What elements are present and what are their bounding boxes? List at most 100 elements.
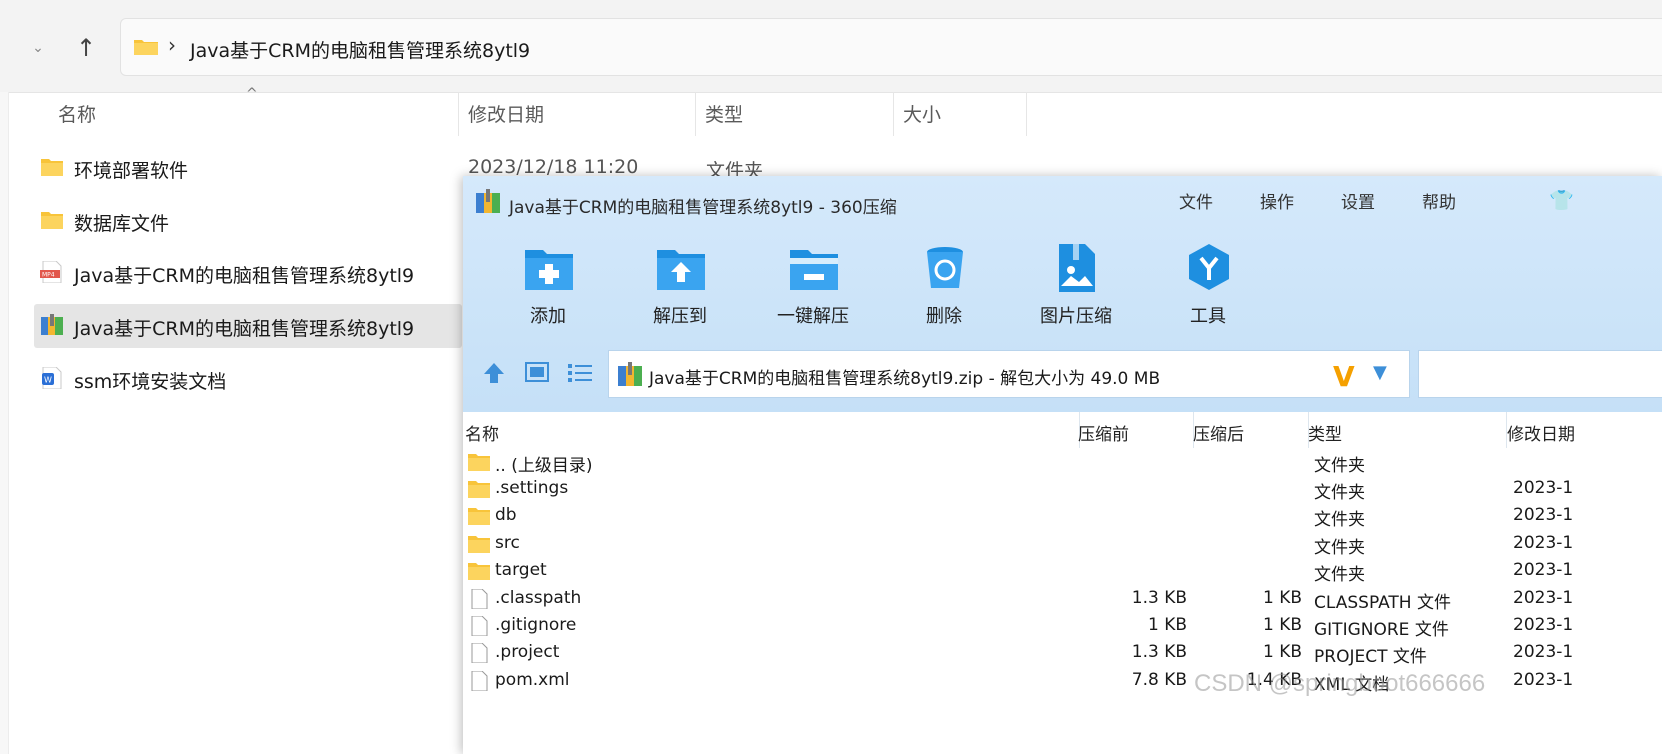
image-compress-icon — [1059, 244, 1095, 292]
entry-type: 文件夹 — [1314, 510, 1365, 530]
tools-hexagon-icon — [1189, 244, 1229, 290]
menu-operation[interactable]: 操作 — [1260, 188, 1294, 213]
file-name: 数据库文件 — [74, 213, 170, 235]
delete-button[interactable]: 删除 — [889, 242, 999, 332]
entry-name: .gitignore — [495, 615, 577, 635]
archive-row[interactable]: src 文件夹 2023-1 — [463, 531, 1662, 558]
menu-settings[interactable]: 设置 — [1341, 188, 1375, 213]
column-header-size[interactable]: 大小 — [903, 100, 941, 127]
file-row[interactable]: 环境部署软件 2023/12/18 11:20 文件夹 — [34, 146, 763, 190]
folder-icon — [468, 481, 490, 498]
tool-label: 解压到 — [653, 306, 707, 327]
column-header-compressed-before[interactable]: 压缩前 — [1078, 420, 1129, 445]
folder-icon — [134, 40, 158, 55]
menu-file[interactable]: 文件 — [1179, 188, 1213, 213]
extract-folder-icon — [657, 250, 705, 290]
extract-to-button[interactable]: 解压到 — [625, 242, 735, 332]
tools-button[interactable]: 工具 — [1153, 242, 1263, 332]
entry-size-before: 1.3 KB — [1131, 588, 1187, 608]
column-header-name[interactable]: 名称 — [465, 420, 499, 445]
zip-archive-icon — [476, 189, 500, 213]
mp4-file-icon: MP4 — [40, 261, 62, 283]
file-name: ssm环境安装文档 — [74, 371, 227, 393]
column-header-type[interactable]: 类型 — [705, 100, 743, 127]
sort-ascending-icon: ^ — [246, 86, 258, 102]
list-view-icon[interactable] — [567, 362, 593, 384]
archive-row[interactable]: .project 1.3 KB 1 KB PROJECT 文件 2023-1 — [463, 640, 1662, 667]
up-arrow-icon[interactable] — [481, 360, 507, 386]
add-folder-icon — [525, 250, 573, 290]
file-row[interactable]: 数据库文件 — [34, 199, 462, 243]
column-divider[interactable] — [695, 92, 696, 136]
file-icon — [471, 589, 488, 609]
add-button[interactable]: 添加 — [493, 242, 603, 332]
svg-text:W: W — [44, 376, 52, 385]
tool-label: 图片压缩 — [1040, 306, 1112, 327]
entry-size-before: 1 KB — [1147, 615, 1187, 635]
dropdown-arrow-icon[interactable]: ▼ — [1373, 362, 1387, 383]
column-header-modified[interactable]: 修改日期 — [1507, 420, 1575, 445]
entry-size-before: 7.8 KB — [1131, 670, 1187, 690]
zip-archive-window: Java基于CRM的电脑租售管理系统8ytl9 - 360压缩 文件 操作 设置… — [463, 176, 1662, 754]
entry-date: 2023-1 — [1513, 588, 1574, 608]
zip-archive-icon — [41, 314, 63, 335]
breadcrumb-current-folder[interactable]: Java基于CRM的电脑租售管理系统8ytl9 — [190, 36, 530, 63]
file-icon — [471, 643, 488, 663]
folder-icon — [468, 454, 490, 471]
archive-row[interactable]: .. (上级目录) 文件夹 — [463, 449, 1662, 476]
tool-label: 一键解压 — [777, 306, 849, 327]
verified-v-icon[interactable]: V — [1333, 360, 1355, 393]
entry-date: 2023-1 — [1513, 642, 1574, 662]
file-name: Java基于CRM的电脑租售管理系统8ytl9 — [74, 265, 415, 287]
archive-row[interactable]: db 文件夹 2023-1 — [463, 503, 1662, 530]
entry-name: .. (上级目录) — [495, 456, 593, 476]
archive-row[interactable]: .gitignore 1 KB 1 KB GITIGNORE 文件 2023-1 — [463, 613, 1662, 640]
file-row-selected[interactable]: Java基于CRM的电脑租售管理系统8ytl9 — [34, 304, 462, 348]
entry-date: 2023-1 — [1513, 478, 1574, 498]
entry-size-after: 1 KB — [1262, 642, 1302, 662]
file-name: Java基于CRM的电脑租售管理系统8ytl9 — [74, 318, 415, 340]
entry-type: CLASSPATH 文件 — [1314, 593, 1451, 613]
entry-date: 2023-1 — [1513, 533, 1574, 553]
entry-size-after: 1 KB — [1262, 615, 1302, 635]
image-compress-button[interactable]: 图片压缩 — [1021, 242, 1131, 332]
archive-row[interactable]: .settings 文件夹 2023-1 — [463, 476, 1662, 503]
skin-icon[interactable]: 👕 — [1549, 188, 1574, 212]
entry-type: 文件夹 — [1314, 565, 1365, 585]
folder-icon — [468, 536, 490, 553]
entry-name: .settings — [495, 478, 569, 498]
tool-label: 删除 — [926, 306, 962, 327]
tool-label: 添加 — [530, 306, 566, 327]
archive-row[interactable]: .classpath 1.3 KB 1 KB CLASSPATH 文件 2023… — [463, 586, 1662, 613]
archive-search-input[interactable] — [1418, 350, 1662, 398]
folder-icon — [41, 212, 63, 229]
word-doc-icon: W — [42, 367, 62, 389]
archive-row[interactable]: target 文件夹 2023-1 — [463, 558, 1662, 585]
thumbnail-view-icon[interactable] — [525, 362, 549, 382]
one-click-extract-button[interactable]: 一键解压 — [758, 242, 868, 332]
chevron-right-icon: › — [168, 33, 176, 57]
entry-size-before: 1.3 KB — [1131, 642, 1187, 662]
column-header-type[interactable]: 类型 — [1308, 420, 1342, 445]
folder-icon — [41, 159, 63, 176]
up-arrow-icon[interactable]: ↑ — [70, 32, 102, 64]
entry-type: 文件夹 — [1314, 483, 1365, 503]
file-row[interactable]: W ssm环境安装文档 — [34, 357, 462, 401]
folder-icon — [468, 508, 490, 525]
column-header-name[interactable]: 名称 — [58, 100, 96, 127]
column-divider[interactable] — [1026, 92, 1027, 136]
file-row[interactable]: MP4 Java基于CRM的电脑租售管理系统8ytl9 — [34, 251, 462, 295]
folder-icon — [468, 563, 490, 580]
file-icon — [471, 671, 488, 691]
column-divider[interactable] — [893, 92, 894, 136]
recycle-bin-icon — [927, 247, 963, 288]
column-divider[interactable] — [458, 92, 459, 136]
archive-list-header — [463, 412, 1662, 448]
recent-locations-button[interactable]: ⌄ — [26, 34, 50, 62]
column-header-compressed-after[interactable]: 压缩后 — [1193, 420, 1244, 445]
window-title: Java基于CRM的电脑租售管理系统8ytl9 - 360压缩 — [509, 198, 897, 218]
menu-help[interactable]: 帮助 — [1422, 188, 1456, 213]
entry-date: 2023-1 — [1513, 560, 1574, 580]
archive-path: Java基于CRM的电脑租售管理系统8ytl9.zip - 解包大小为 49.0… — [649, 369, 1161, 389]
column-header-date[interactable]: 修改日期 — [468, 100, 544, 127]
